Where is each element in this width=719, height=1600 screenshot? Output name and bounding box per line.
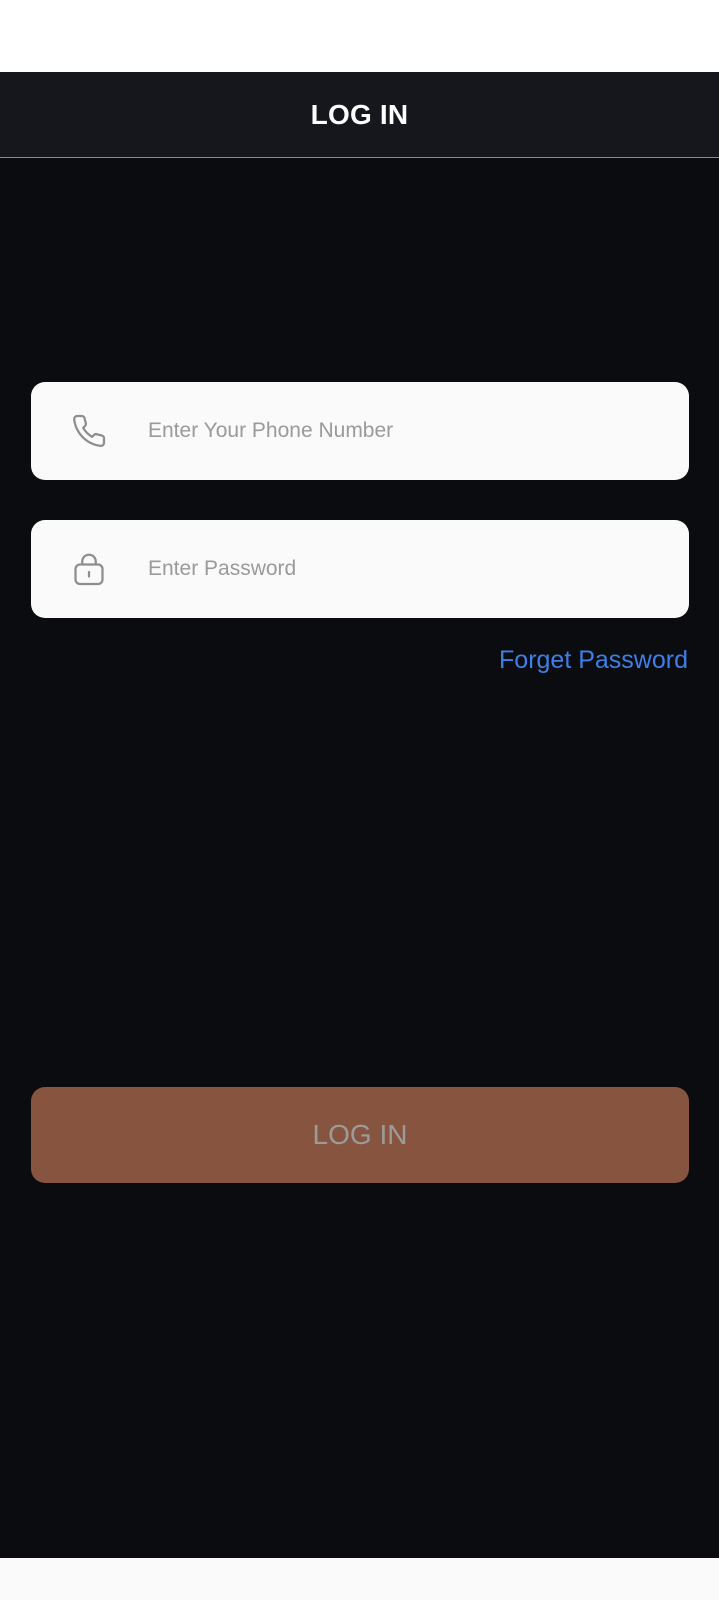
login-screen: LOG IN Forget Password LOG IN (0, 72, 719, 1558)
navigation-bar-area (0, 1558, 719, 1600)
status-bar-area (0, 0, 719, 72)
password-field[interactable] (31, 520, 689, 618)
password-input[interactable] (148, 520, 668, 618)
forgot-password-link[interactable]: Forget Password (499, 646, 688, 675)
phone-icon (67, 409, 111, 453)
lock-icon (67, 547, 111, 591)
top-app-bar: LOG IN (0, 72, 719, 158)
login-button-label: LOG IN (312, 1119, 408, 1150)
page-title: LOG IN (310, 98, 409, 130)
phone-field[interactable] (31, 382, 689, 480)
login-button[interactable]: LOG IN (31, 1087, 689, 1183)
phone-input[interactable] (148, 382, 668, 480)
